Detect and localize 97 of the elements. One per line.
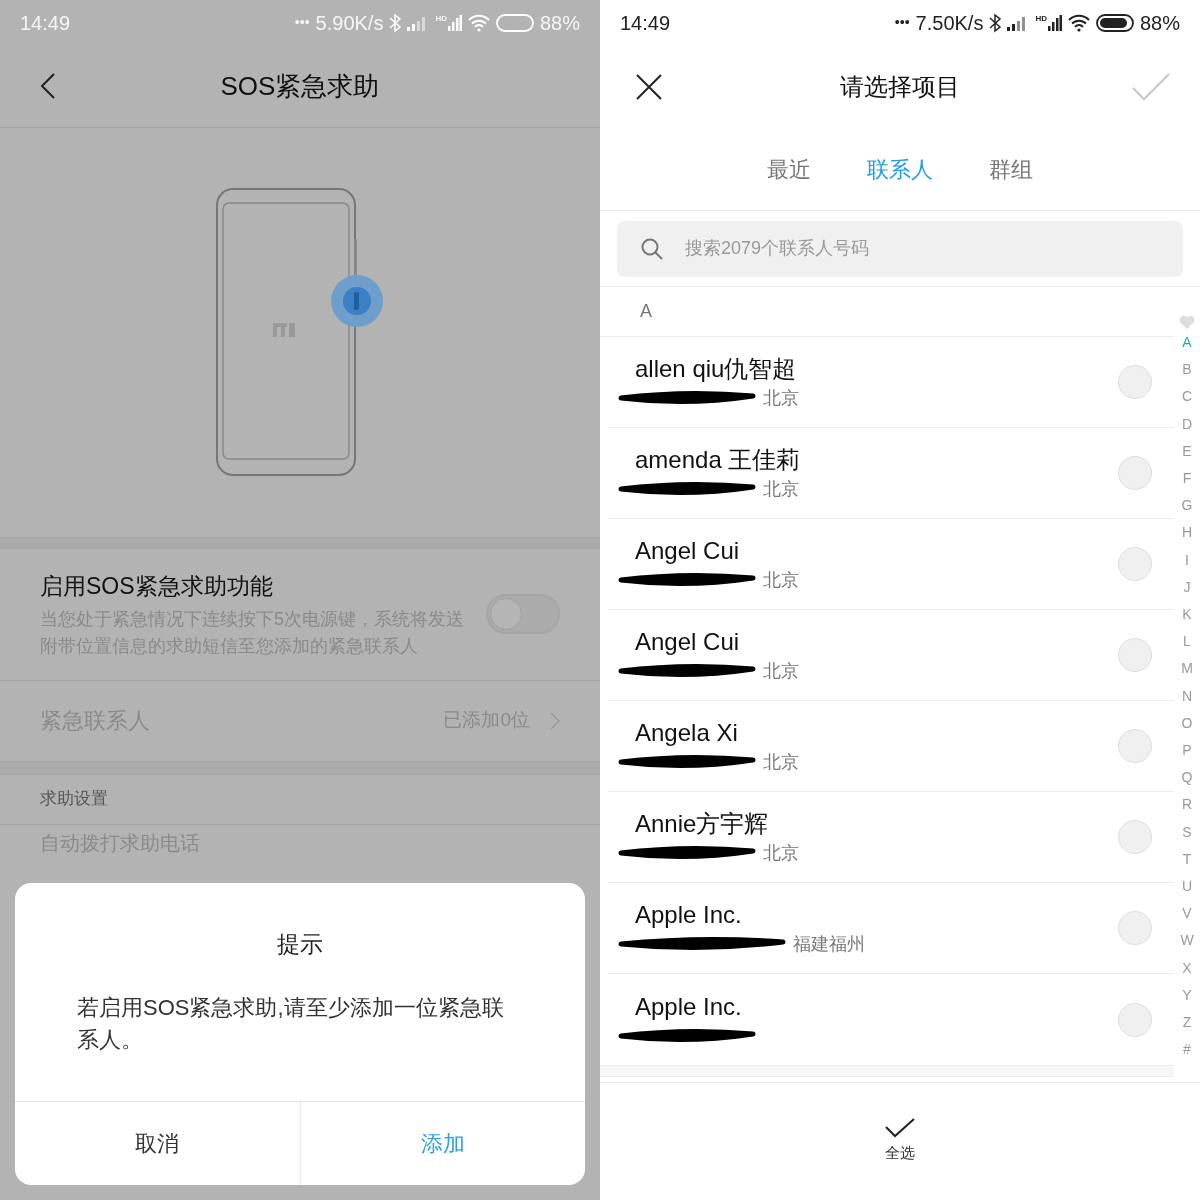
status-dots: ••• [294, 13, 310, 32]
tab[interactable]: 群组 [989, 152, 1033, 186]
section-letter: A [640, 300, 652, 323]
index-letter[interactable]: # [1183, 1036, 1191, 1064]
index-letter[interactable]: T [1182, 845, 1192, 874]
select-checkbox[interactable] [1118, 638, 1152, 672]
contact-name: Annie方宇辉 [635, 809, 770, 839]
battery-icon [495, 13, 534, 32]
index-letter[interactable]: I [1185, 546, 1189, 574]
contact-row[interactable]: amenda 王佳莉 北京 [608, 428, 1174, 519]
index-letter[interactable]: Q [1181, 764, 1193, 792]
bluetooth-icon [389, 12, 402, 33]
search-icon [641, 237, 663, 260]
contact-name: Angel Cui [635, 627, 741, 657]
select-all-label[interactable]: 全选 [885, 1142, 915, 1165]
check-icon[interactable] [885, 1118, 915, 1139]
index-letter[interactable]: G [1181, 492, 1193, 520]
page-title: 请选择项目 [840, 71, 960, 102]
bluetooth-icon [989, 12, 1002, 33]
index-letter[interactable]: L [1183, 628, 1191, 656]
select-checkbox[interactable] [1118, 365, 1152, 399]
contact-location: 北京 [763, 841, 799, 865]
select-checkbox[interactable] [1118, 820, 1152, 854]
index-letter[interactable]: M [1181, 655, 1193, 683]
index-letter[interactable]: A [1182, 329, 1192, 357]
index-letter[interactable]: V [1182, 900, 1192, 928]
contact-row[interactable]: Angel Cui 北京 [608, 610, 1174, 701]
index-letter[interactable]: K [1182, 601, 1192, 629]
index-letter[interactable]: Y [1182, 981, 1192, 1010]
search-field[interactable]: 搜索2079个联系人号码 [617, 220, 1183, 277]
contact-location: 北京 [763, 386, 799, 410]
contact-name: amenda 王佳莉 [635, 445, 801, 475]
select-checkbox[interactable] [1118, 456, 1152, 490]
index-letter[interactable]: H [1181, 519, 1193, 547]
contact-name: Apple Inc. [635, 991, 743, 1022]
network-speed: 5.90K/s [315, 10, 384, 36]
index-letter[interactable]: X [1182, 954, 1192, 982]
status-time: 14:49 [620, 10, 671, 36]
tab[interactable]: 最近 [767, 152, 811, 186]
index-letter[interactable]: N [1181, 682, 1193, 710]
battery-percent: 88% [539, 10, 580, 36]
signal-icon [447, 14, 462, 31]
contact-row[interactable]: Apple Inc. 福建福州 [608, 883, 1174, 974]
contact-row[interactable]: Apple Inc. [608, 974, 1174, 1065]
select-checkbox[interactable] [1118, 547, 1152, 581]
setting-title: 启用SOS紧急求助功能 [40, 572, 274, 601]
index-letter[interactable]: R [1181, 791, 1193, 819]
add-button[interactable]: 添加 [299, 1102, 585, 1185]
contact-location: 北京 [763, 750, 799, 774]
index-letter[interactable]: W [1180, 927, 1194, 955]
contact-row[interactable]: Annie方宇辉 北京 [608, 792, 1174, 883]
page-title: SOS紧急求助 [220, 69, 380, 103]
select-checkbox[interactable] [1118, 1002, 1152, 1037]
dialog-title: 提示 [276, 930, 324, 959]
signal-icon [1047, 14, 1062, 31]
heart-icon[interactable] [1179, 315, 1195, 329]
section-header: 求助设置 [40, 788, 108, 811]
battery-percent: 88% [1139, 10, 1180, 36]
index-letter[interactable]: P [1182, 737, 1192, 765]
select-checkbox[interactable] [1118, 911, 1152, 945]
network-speed: 7.50K/s [915, 10, 984, 36]
contact-location: 北京 [763, 477, 799, 501]
select-checkbox[interactable] [1118, 729, 1152, 763]
hd-label: HD [1035, 14, 1047, 23]
contact-name: Angela Xi [635, 718, 739, 748]
wifi-icon [1067, 13, 1090, 32]
contact-row[interactable]: Angela Xi 北京 [608, 701, 1174, 792]
status-dots: ••• [894, 13, 910, 32]
index-letter[interactable]: Z [1182, 1009, 1192, 1037]
wifi-icon [467, 13, 490, 32]
back-icon[interactable] [40, 72, 56, 100]
chevron-right-icon [550, 711, 560, 730]
contact-row[interactable]: allen qiu仇智超 北京 [608, 337, 1174, 428]
index-letter[interactable]: E [1182, 437, 1192, 465]
battery-icon [1095, 13, 1134, 32]
index-letter[interactable]: S [1182, 818, 1192, 846]
index-letter[interactable]: J [1183, 573, 1191, 602]
index-letter[interactable]: C [1181, 383, 1193, 411]
contact-location: 北京 [763, 568, 799, 592]
tab[interactable]: 联系人 [867, 152, 933, 186]
close-icon[interactable] [636, 73, 662, 100]
dialog-message: 若启用SOS紧急求助,请至少添加一位紧急联系人。 [76, 993, 505, 1054]
contact-name: allen qiu仇智超 [635, 354, 798, 384]
contact-location: 福建福州 [793, 932, 865, 956]
index-letter[interactable]: O [1181, 709, 1193, 738]
contact-name: Apple Inc. [635, 900, 743, 930]
contact-location: 北京 [763, 659, 799, 683]
contact-name: Angel Cui [635, 536, 741, 566]
index-letter[interactable]: D [1181, 410, 1193, 438]
status-time: 14:49 [20, 10, 71, 36]
contact-row[interactable]: Angel Cui 北京 [608, 519, 1174, 610]
hd-label: HD [435, 14, 447, 23]
cancel-button[interactable]: 取消 [15, 1102, 300, 1185]
index-letter[interactable]: F [1182, 465, 1192, 493]
index-letter[interactable]: U [1181, 873, 1193, 901]
index-letter[interactable]: B [1182, 356, 1192, 384]
search-input[interactable]: 搜索2079个联系人号码 [685, 235, 1159, 262]
